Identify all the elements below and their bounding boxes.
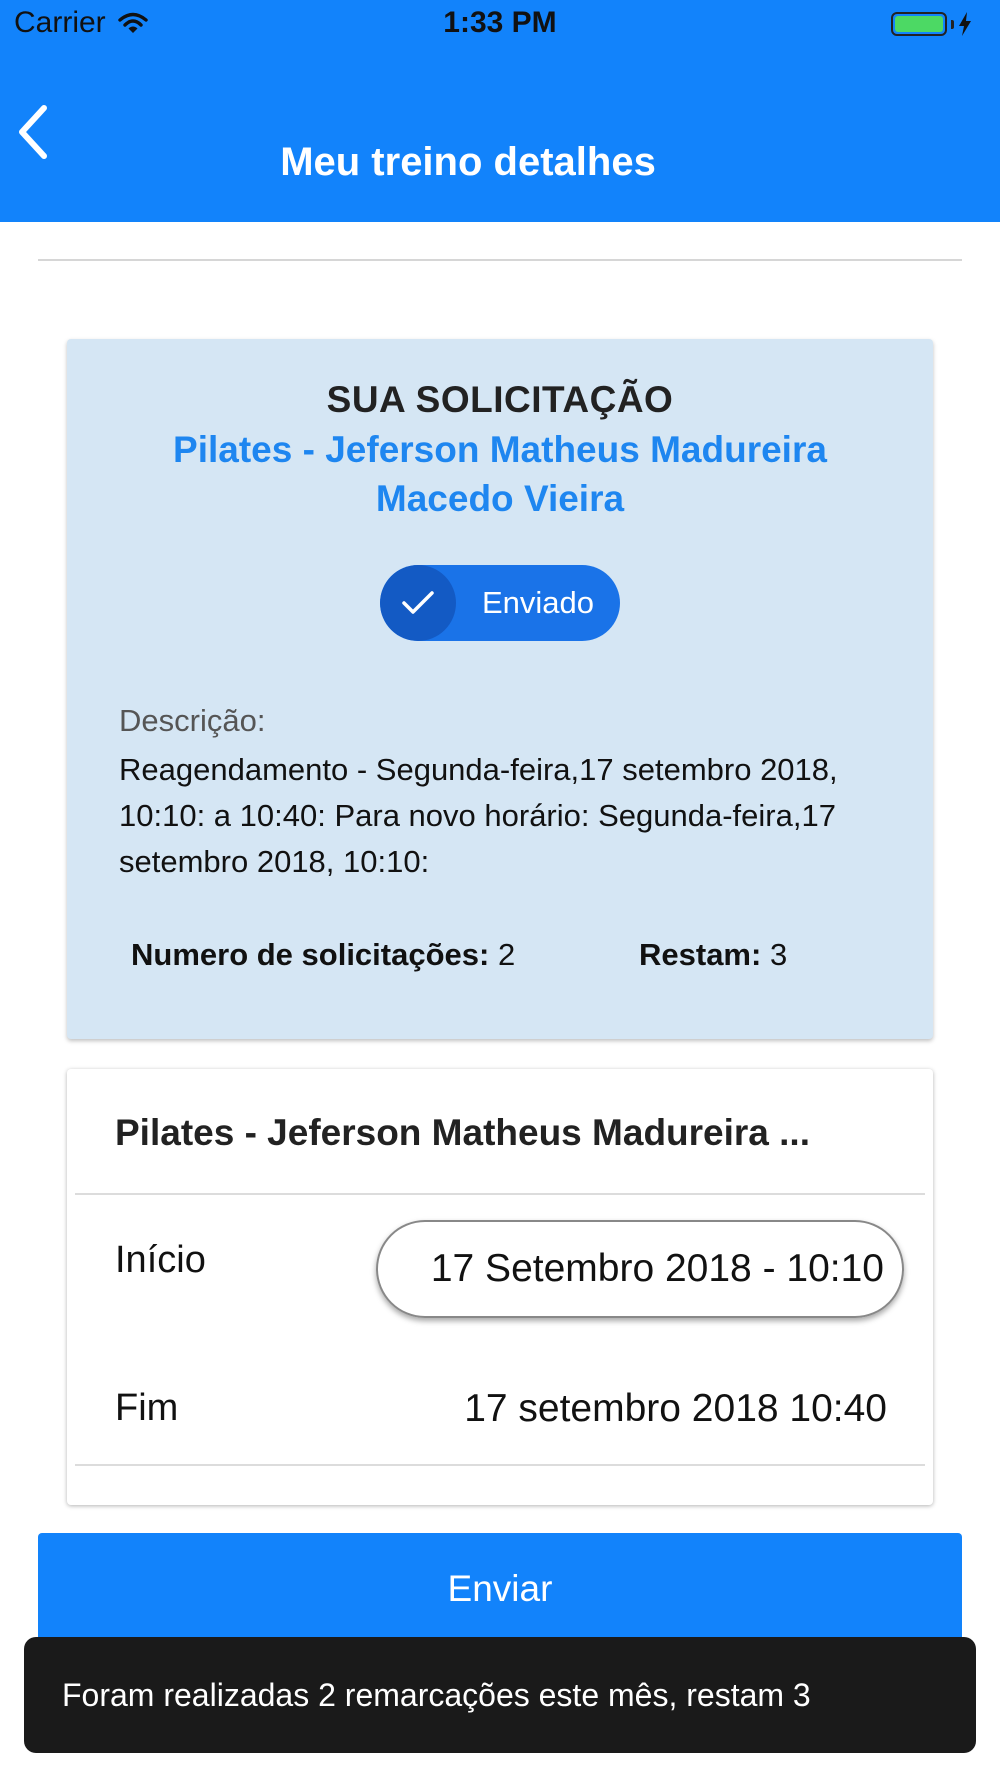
page-title: Meu treino detalhes bbox=[280, 140, 656, 184]
divider bbox=[75, 1193, 925, 1195]
count-label: Numero de solicitações: bbox=[131, 937, 490, 972]
nav-header: Carrier 1:33 PM Meu treino detalhes bbox=[0, 0, 1000, 222]
schedule-class-title: Pilates - Jeferson Matheus Madureira ... bbox=[115, 1112, 810, 1153]
remaining-label: Restam: bbox=[639, 937, 762, 972]
status-label: Enviado bbox=[481, 585, 595, 620]
remaining-count: Restam: 3 bbox=[639, 937, 787, 973]
end-date-value: 17 setembro 2018 10:40 bbox=[464, 1387, 887, 1430]
start-date-field[interactable]: 17 Setembro 2018 - 10:10 bbox=[376, 1220, 904, 1318]
request-count: Numero de solicitações: 2 bbox=[131, 937, 515, 973]
request-heading: SUA SOLICITAÇÃO bbox=[326, 379, 674, 420]
description-label: Descrição: bbox=[119, 703, 266, 738]
description-text: Reagendamento - Segunda-feira,17 setembr… bbox=[119, 752, 838, 879]
charging-bolt-icon bbox=[959, 12, 971, 36]
schedule-card: Pilates - Jeferson Matheus Madureira ...… bbox=[67, 1069, 933, 1505]
status-badge: Enviado bbox=[380, 565, 620, 641]
divider bbox=[75, 1464, 925, 1466]
remaining-value: 3 bbox=[769, 937, 788, 972]
request-class-name: Pilates - Jeferson Matheus Madureira Mac… bbox=[173, 429, 827, 519]
check-icon bbox=[402, 591, 434, 614]
end-label: Fim bbox=[115, 1387, 179, 1429]
toast-message: Foram realizadas 2 remarcações este mês,… bbox=[24, 1637, 976, 1753]
status-time: 1:33 PM bbox=[443, 6, 557, 39]
divider bbox=[38, 259, 962, 261]
count-value: 2 bbox=[497, 937, 516, 972]
send-button[interactable]: Enviar bbox=[38, 1533, 962, 1645]
start-label: Início bbox=[115, 1239, 206, 1281]
request-card: SUA SOLICITAÇÃO Pilates - Jeferson Mathe… bbox=[67, 339, 933, 1039]
battery-icon bbox=[891, 12, 972, 36]
